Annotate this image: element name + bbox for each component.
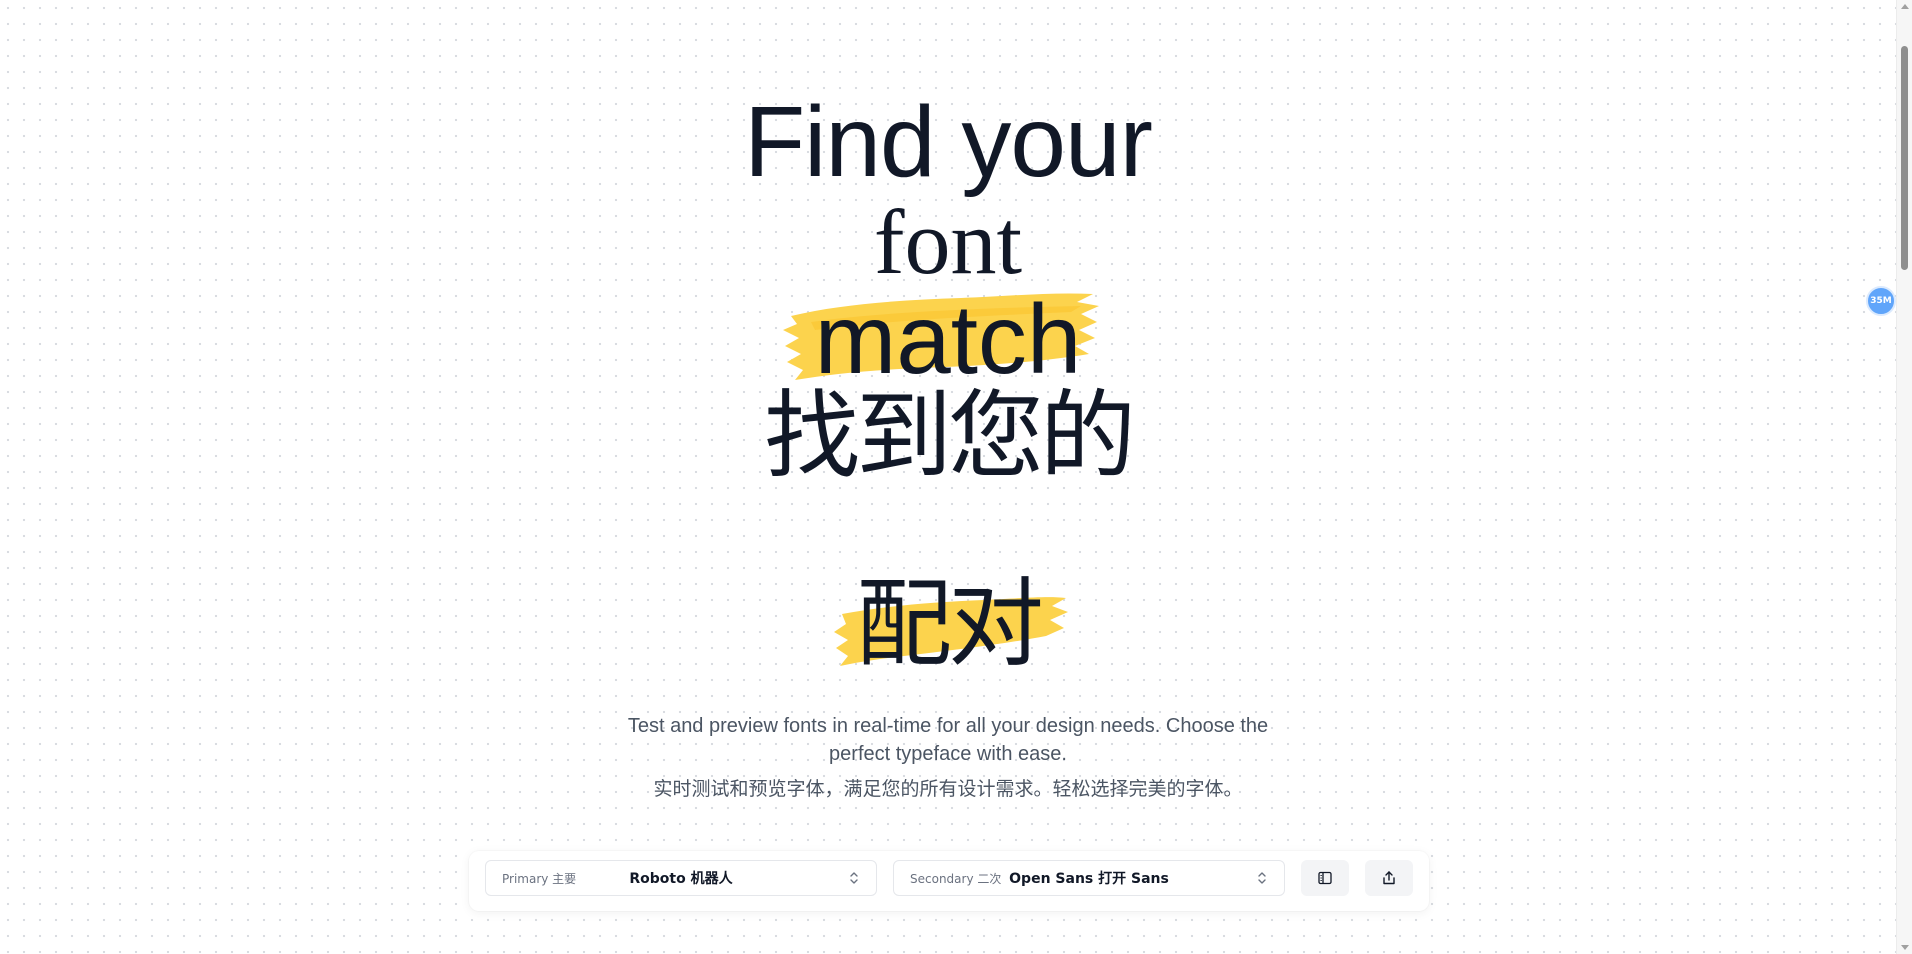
secondary-font-value: Open Sans 打开 Sans [1009, 871, 1169, 887]
description-chinese: 实时测试和预览字体，满足您的所有设计需求。轻松选择完美的字体。 [0, 776, 1896, 802]
floating-badge-text: 35M [1870, 296, 1892, 306]
scrollbar-thumb[interactable] [1901, 46, 1908, 270]
hero-line-3-text: match [814, 284, 1082, 394]
hero-line-4-text: 找到您的 [764, 380, 1136, 492]
share-icon [1383, 871, 1395, 885]
primary-font-value: Roboto 机器人 [629, 871, 733, 887]
hero-line-2-text: font [873, 191, 1023, 293]
description-chinese-text: 实时测试和预览字体，满足您的所有设计需求。轻松选择完美的字体。 [653, 778, 1243, 800]
chevron-up-down-icon [1258, 872, 1266, 884]
description-english: Test and preview fonts in real-time for … [0, 712, 1896, 768]
hero-line-match: match [0, 290, 1896, 388]
chevron-up-down-icon [850, 872, 858, 884]
hero-line-find-your: Find your [0, 92, 1896, 192]
vertical-scrollbar[interactable] [1896, 0, 1912, 954]
primary-font-select[interactable]: Primary 主要 Roboto 机器人 [485, 860, 877, 896]
highlighted-word-match: match [782, 290, 1099, 388]
secondary-font-select[interactable]: Secondary 二次 Open Sans 打开 Sans [893, 860, 1285, 896]
hero-line-font: font [0, 196, 1896, 288]
layout-toggle-button[interactable] [1301, 860, 1349, 896]
scroll-up-arrow-icon[interactable] [1901, 4, 1909, 9]
page: Find your font match 找到您的 配对 Test and pr… [0, 0, 1912, 954]
layout-columns-icon [1318, 871, 1332, 885]
floating-badge[interactable]: 35M [1866, 286, 1896, 316]
hero-line-chinese-pair: 配对 [0, 576, 1896, 672]
hero-line-5-text: 配对 [856, 568, 1044, 680]
share-button[interactable] [1365, 860, 1413, 896]
hero-line-1-text: Find your [744, 86, 1153, 198]
description-english-text: Test and preview fonts in real-time for … [627, 715, 1269, 765]
scroll-down-arrow-icon[interactable] [1901, 945, 1909, 950]
font-selector-toolbar: Primary 主要 Roboto 机器人 Secondary 二次 Open … [469, 851, 1429, 911]
hero-line-chinese-find: 找到您的 [0, 388, 1896, 484]
highlighted-word-pair: 配对 [834, 576, 1068, 672]
